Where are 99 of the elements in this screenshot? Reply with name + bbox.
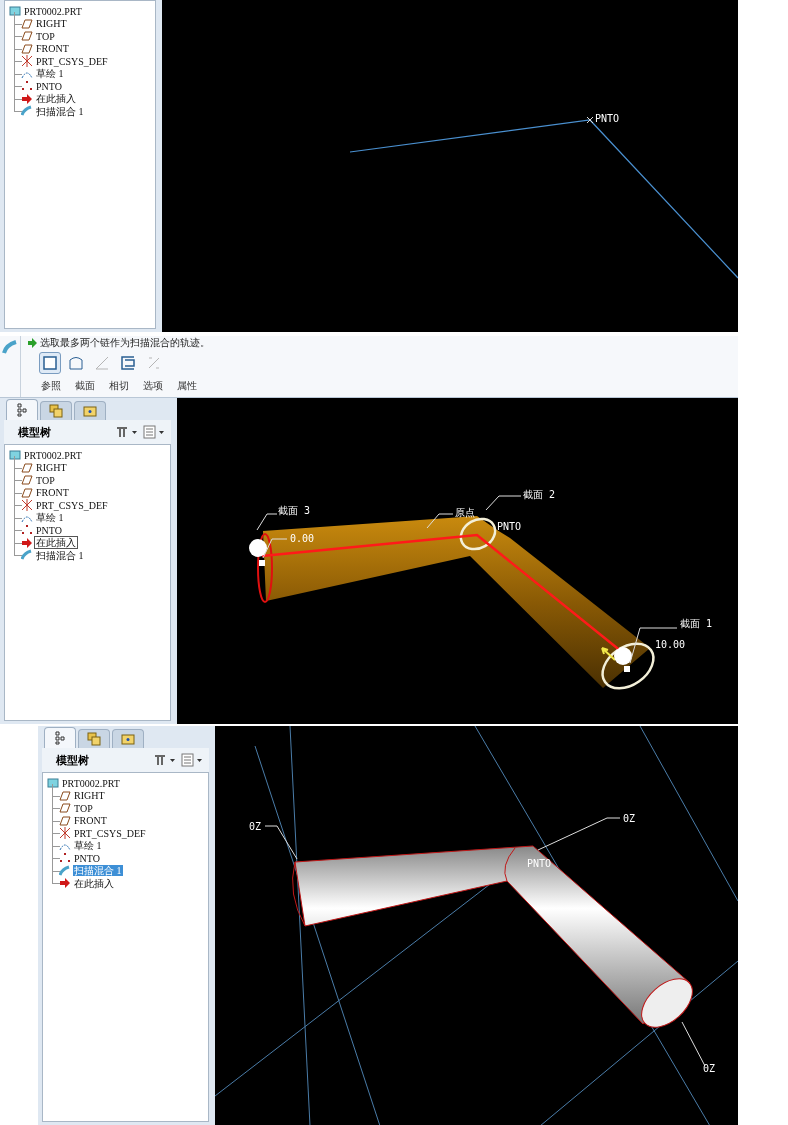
datum-plane-icon [21, 42, 33, 55]
tree-filter-icon[interactable] [115, 425, 139, 439]
tree-icon [15, 403, 29, 417]
graphics-viewport[interactable]: 0Z 0Z PNTO 0Z [215, 726, 738, 1125]
part-icon [9, 449, 21, 462]
square-icon [42, 355, 58, 371]
leader-line [264, 825, 298, 860]
tree-item[interactable]: 草绘 1 [73, 840, 103, 852]
annotation-label: 截面 1 [680, 618, 713, 629]
part-icon [9, 5, 21, 18]
tree-item[interactable]: 扫描混合 1 [35, 105, 85, 117]
bracket-icon [120, 355, 136, 371]
annotation-label: 0Z [249, 821, 262, 832]
coordinate-system-icon [21, 55, 33, 68]
annotation-label: 0Z [703, 1063, 716, 1074]
layers-icon [87, 732, 101, 746]
datum-plane-icon [21, 30, 33, 43]
tree-item[interactable]: PRT_CSYS_DEF [35, 55, 109, 67]
tree-item[interactable]: PNTO [73, 852, 101, 864]
tree-item[interactable]: 草绘 1 [35, 68, 65, 80]
datum-point-icon [21, 80, 33, 93]
arrow-icon [27, 338, 37, 348]
leader-line [262, 538, 288, 559]
panel-title: 模型树 [56, 752, 89, 768]
settings-menu-icon[interactable] [181, 753, 205, 767]
datum-plane-icon [21, 17, 33, 30]
annotation-label: 原点 [455, 507, 475, 518]
leader-line [426, 513, 454, 529]
tree-icon [53, 731, 67, 745]
annotation-label: 截面 3 [278, 505, 311, 516]
tree-item[interactable]: PRT0002.PRT [61, 777, 121, 789]
tree-filter-icon[interactable] [153, 753, 177, 767]
percent-icon [146, 355, 162, 371]
part-icon [47, 777, 59, 790]
datum-point-icon [586, 116, 594, 124]
tool-button[interactable] [39, 352, 61, 374]
graphics-viewport[interactable]: PNTO [162, 0, 738, 332]
annotation-label: 10.00 [655, 639, 686, 650]
tree-item[interactable]: 在此插入 [35, 93, 77, 105]
panel-title: 模型树 [18, 424, 51, 440]
tree-item[interactable]: 在此插入 [73, 877, 115, 889]
tree-item[interactable]: FRONT [35, 43, 70, 55]
tree-item[interactable]: PRT_CSYS_DEF [35, 499, 109, 511]
dashboard-tab[interactable]: 选项 [143, 379, 163, 393]
datum-plane-icon [21, 486, 33, 499]
tree-item[interactable]: TOP [35, 30, 56, 42]
tree-item[interactable]: RIGHT [35, 18, 68, 30]
tree-item[interactable]: 草绘 1 [35, 512, 65, 524]
sidebar-tab[interactable] [6, 399, 38, 420]
dashboard-tab[interactable]: 相切 [109, 379, 129, 393]
annotation-label: PNTO [527, 858, 552, 869]
datum-plane-icon [59, 789, 71, 802]
annotation-label: 0Z [623, 813, 636, 824]
tree-item[interactable]: TOP [73, 802, 94, 814]
tree-item[interactable]: PRT0002.PRT [23, 449, 83, 461]
coordinate-system-icon [59, 827, 71, 840]
annotation-label: PNTO [595, 113, 620, 124]
tree-item[interactable]: PRT0002.PRT [23, 5, 83, 17]
tree-item[interactable]: PNTO [35, 524, 63, 536]
dashboard-tab[interactable]: 参照 [41, 379, 61, 393]
tree-item[interactable]: 在此插入 [35, 537, 77, 549]
leader-line [485, 495, 522, 511]
layers-icon [49, 404, 63, 418]
datum-point-icon [21, 524, 33, 537]
dashboard-tab[interactable]: 截面 [75, 379, 95, 393]
annotation-label: 截面 2 [523, 489, 556, 500]
settings-menu-icon[interactable] [143, 425, 167, 439]
tree-item[interactable]: FRONT [73, 815, 108, 827]
coordinate-system-icon [21, 499, 33, 512]
datum-plane-icon [21, 474, 33, 487]
arrow-icon [21, 536, 33, 549]
section-icon [68, 355, 84, 371]
sweep-icon [2, 339, 18, 355]
sidebar-tab[interactable] [44, 727, 76, 748]
folder-icon [121, 732, 135, 746]
sweep-icon [21, 105, 33, 118]
tree-item[interactable]: RIGHT [35, 462, 68, 474]
sweep-icon [59, 864, 71, 877]
tangent-icon [94, 355, 110, 371]
annotation-label: 0.00 [290, 533, 315, 544]
datum-plane-icon [59, 802, 71, 815]
arrow-icon [59, 877, 71, 890]
sweep-icon [21, 549, 33, 562]
datum-plane-icon [21, 461, 33, 474]
leader-line [256, 513, 278, 531]
dashboard-tab[interactable]: 属性 [177, 379, 197, 393]
tree-item[interactable]: RIGHT [73, 790, 106, 802]
folder-icon [83, 404, 97, 418]
tree-item[interactable]: PRT_CSYS_DEF [73, 827, 147, 839]
arrow-icon [21, 92, 33, 105]
tree-item[interactable]: 扫描混合 1 [35, 549, 85, 561]
tree-item[interactable]: TOP [35, 474, 56, 486]
tree-item[interactable]: FRONT [35, 487, 70, 499]
tree-item[interactable]: PNTO [35, 80, 63, 92]
annotation-label: PNTO [497, 521, 522, 532]
datum-point-icon [59, 852, 71, 865]
datum-plane-icon [59, 814, 71, 827]
graphics-viewport[interactable]: 截面 3 0.00 原点 截面 2 PNTO 截面 1 10.00 [177, 398, 738, 724]
prompt-message: 选取最多两个链作为扫描混合的轨迹。 [40, 336, 210, 350]
